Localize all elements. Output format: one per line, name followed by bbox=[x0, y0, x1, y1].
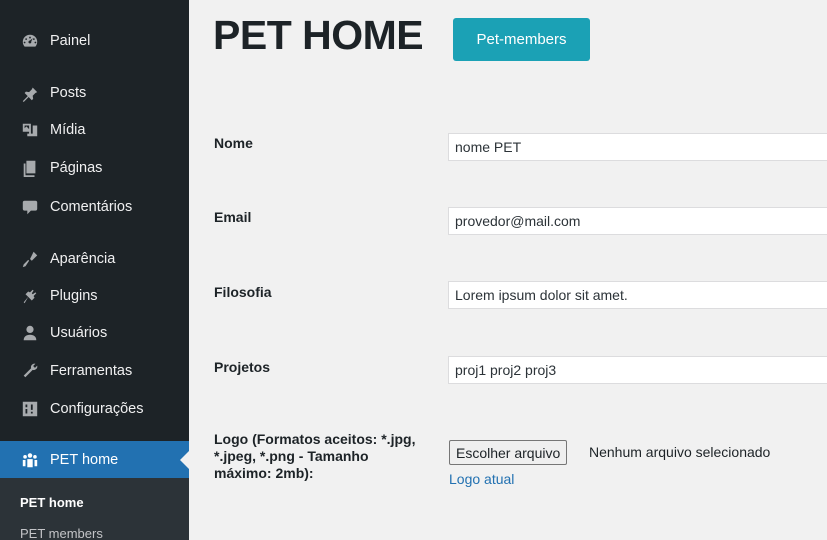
page-title: PET HOME bbox=[213, 12, 424, 58]
logo-label-line: Logo (Formatos aceitos: *.jpg, bbox=[214, 431, 416, 447]
settings-icon bbox=[20, 399, 40, 419]
media-icon bbox=[20, 120, 40, 140]
menu-item-ferramentas[interactable]: Ferramentas bbox=[0, 352, 189, 389]
logo-label-line: *.jpeg, *.png - Tamanho bbox=[214, 448, 369, 464]
menu-label: Configurações bbox=[50, 400, 144, 417]
pin-icon bbox=[20, 83, 40, 103]
menu-label: Ferramentas bbox=[50, 362, 133, 379]
menu-item-painel[interactable]: Painel bbox=[0, 22, 189, 59]
groups-icon bbox=[20, 450, 40, 470]
pet-members-button[interactable]: Pet-members bbox=[453, 18, 590, 61]
menu-label: Páginas bbox=[50, 159, 103, 176]
appearance-icon bbox=[20, 249, 40, 269]
email-field[interactable] bbox=[448, 207, 827, 235]
menu-item-paginas[interactable]: Páginas bbox=[0, 149, 189, 186]
plugins-icon bbox=[20, 286, 40, 306]
email-label: Email bbox=[214, 209, 252, 225]
menu-label: Painel bbox=[50, 32, 91, 49]
menu-label: Posts bbox=[50, 84, 87, 101]
menu-label: Comentários bbox=[50, 198, 133, 215]
comments-icon bbox=[20, 197, 40, 217]
users-icon bbox=[20, 323, 40, 343]
pages-icon bbox=[20, 158, 40, 178]
menu-label: Usuários bbox=[50, 324, 108, 341]
submenu-item-pet-home[interactable]: PET home bbox=[20, 495, 84, 510]
menu-label: Aparência bbox=[50, 250, 116, 267]
menu-item-aparencia[interactable]: Aparência bbox=[0, 240, 189, 277]
menu-label: Mídia bbox=[50, 121, 86, 138]
submenu-item-pet-members[interactable]: PET members bbox=[20, 526, 103, 540]
menu-item-midia[interactable]: Mídia bbox=[0, 111, 189, 148]
projetos-field[interactable] bbox=[448, 356, 827, 384]
menu-label: Plugins bbox=[50, 287, 98, 304]
menu-item-plugins[interactable]: Plugins bbox=[0, 277, 189, 314]
logo-label: Logo (Formatos aceitos: *.jpg, *.jpeg, *… bbox=[214, 431, 444, 482]
admin-sidebar: Painel Posts Mídia Páginas Comentários A… bbox=[0, 0, 189, 540]
filosofia-field[interactable] bbox=[448, 281, 827, 309]
file-status-text: Nenhum arquivo selecionado bbox=[589, 444, 771, 460]
menu-item-posts[interactable]: Posts bbox=[0, 74, 189, 111]
projetos-label: Projetos bbox=[214, 359, 271, 375]
menu-item-usuarios[interactable]: Usuários bbox=[0, 314, 189, 351]
dashboard-icon bbox=[20, 31, 40, 51]
nome-label: Nome bbox=[214, 135, 253, 151]
current-logo-link[interactable]: Logo atual bbox=[449, 471, 514, 487]
nome-field[interactable] bbox=[448, 133, 827, 161]
menu-item-comentarios[interactable]: Comentários bbox=[0, 188, 189, 225]
logo-label-line: máximo: 2mb): bbox=[214, 465, 314, 481]
menu-label: PET home bbox=[50, 451, 119, 468]
submenu: PET home PET members bbox=[0, 478, 189, 540]
filosofia-label: Filosofia bbox=[214, 284, 272, 300]
tools-icon bbox=[20, 361, 40, 381]
choose-file-button[interactable]: Escolher arquivo bbox=[449, 440, 568, 465]
menu-item-configuracoes[interactable]: Configurações bbox=[0, 390, 189, 427]
menu-item-pet-home[interactable]: PET home bbox=[0, 441, 189, 478]
